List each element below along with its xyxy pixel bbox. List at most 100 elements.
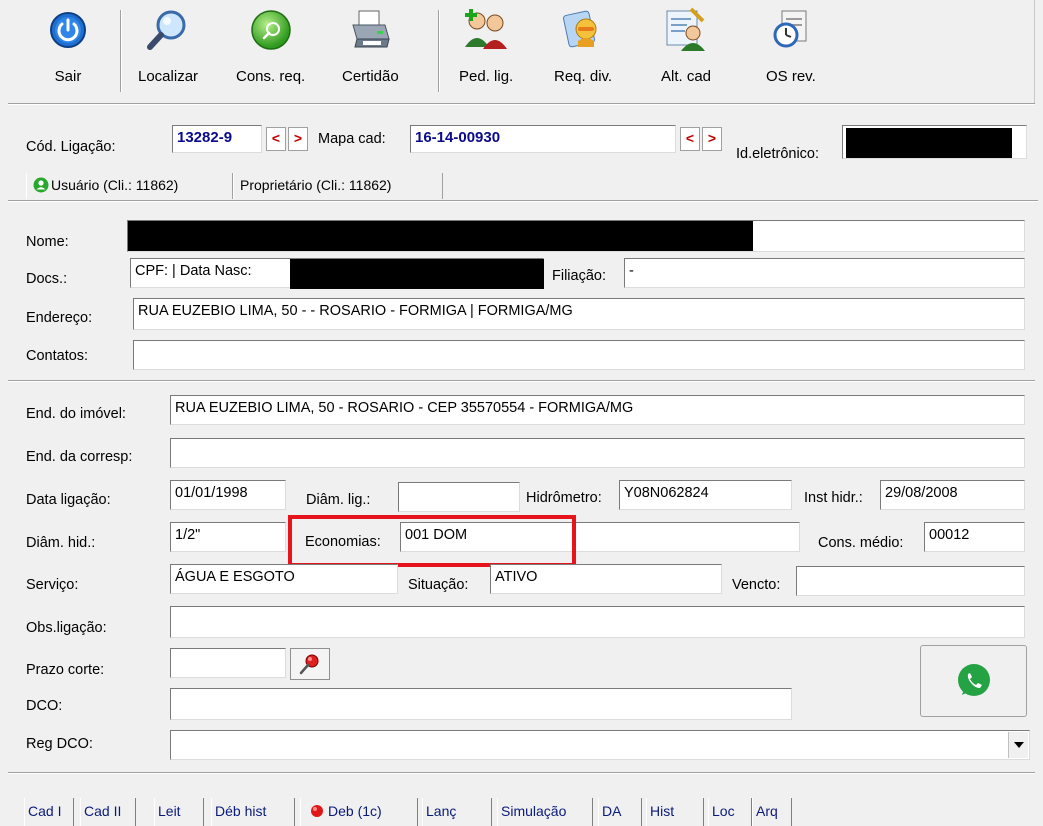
tab-arq-label: Arq (756, 803, 778, 819)
reg-dco-label: Reg DCO: (26, 736, 93, 752)
situacao-label: Situação: (408, 577, 469, 593)
inst-hidr-label: Inst hidr.: (804, 490, 863, 506)
cod-ligacao-prev-button[interactable]: < (266, 127, 286, 151)
contatos-field[interactable] (133, 340, 1025, 370)
obs-ligacao-field[interactable] (170, 606, 1025, 638)
tab-leit-label: Leit (158, 803, 181, 819)
tab-deb-1c[interactable]: Deb (1c) (300, 798, 418, 826)
users-add-icon (462, 4, 510, 56)
cons-medio-field[interactable]: 00012 (924, 522, 1025, 552)
clock-doc-icon (767, 4, 815, 56)
whatsapp-icon (957, 664, 990, 696)
cons-req-button[interactable]: Cons. req. (236, 4, 305, 98)
section-divider (8, 380, 1035, 382)
sair-button[interactable]: Sair (44, 4, 92, 98)
pushpin-icon (299, 654, 319, 675)
ped-lig-button[interactable]: Ped. lig. (459, 4, 513, 98)
servico-label: Serviço: (26, 577, 79, 593)
filiacao-label: Filiação: (552, 268, 606, 284)
servico-field[interactable]: ÁGUA E ESGOTO (170, 564, 398, 594)
endereco-field[interactable]: RUA EUZEBIO LIMA, 50 - - ROSARIO - FORMI… (133, 298, 1025, 330)
tab-loc[interactable]: Loc (708, 798, 752, 826)
diam-hid-field[interactable]: 1/2" (170, 522, 286, 552)
redacted-docs (290, 259, 544, 289)
tab-hist[interactable]: Hist (646, 798, 704, 826)
tab-cad-ii[interactable]: Cad II (80, 798, 136, 826)
redacted-id (846, 128, 1012, 158)
mapa-cad-next-button[interactable]: > (702, 127, 722, 151)
tab-simulacao[interactable]: Simulação (497, 798, 593, 826)
tab-da-label: DA (602, 803, 622, 819)
alt-cad-label: Alt. cad (661, 68, 712, 85)
tab-cad-ii-label: Cad II (84, 803, 122, 819)
vencto-field[interactable] (796, 566, 1025, 596)
vencto-label: Vencto: (732, 577, 781, 593)
dco-field[interactable] (170, 688, 792, 720)
diam-lig-field[interactable] (398, 482, 520, 512)
tab-cad-i[interactable]: Cad I (24, 798, 74, 826)
dco-label: DCO: (26, 698, 63, 714)
bottom-divider (8, 772, 1035, 774)
tab-cad-i-label: Cad I (28, 803, 62, 819)
endereco-label: Endereço: (26, 310, 93, 326)
inst-hidr-field[interactable]: 29/08/2008 (880, 480, 1025, 510)
nome-label: Nome: (26, 234, 69, 250)
sair-label: Sair (54, 68, 82, 85)
cons-req-label: Cons. req. (236, 68, 306, 85)
highlight-economias (288, 515, 576, 567)
cod-ligacao-label: Cód. Ligação: (26, 139, 116, 155)
cod-ligacao-field[interactable]: 13282-9 (172, 125, 262, 153)
end-corresp-field[interactable] (170, 438, 1025, 468)
tab-hist-label: Hist (650, 803, 675, 819)
filiacao-field[interactable]: - (624, 258, 1025, 288)
data-ligacao-label: Data ligação: (26, 492, 111, 508)
diam-hid-label: Diâm. hid.: (26, 535, 96, 551)
req-div-label: Req. div. (554, 68, 613, 85)
reg-dco-select[interactable] (170, 730, 1030, 760)
tab-proprietario-label: Proprietário (Cli.: 11862) (240, 177, 392, 193)
magnifier-icon (144, 4, 192, 56)
obs-ligacao-label: Obs.ligação: (26, 620, 107, 636)
end-corresp-label: End. da corresp: (26, 449, 133, 465)
tab-lanc-label: Lanç (426, 803, 457, 819)
toolbar-separator (120, 10, 122, 92)
tab-leit[interactable]: Leit (154, 798, 204, 826)
redacted-name (128, 221, 753, 251)
os-rev-button[interactable]: OS rev. (766, 4, 816, 98)
mapa-cad-field[interactable]: 16-14-00930 (410, 125, 676, 153)
tab-deb-hist[interactable]: Déb hist (211, 798, 295, 826)
situacao-field[interactable]: ATIVO (490, 564, 722, 594)
tab-simulacao-label: Simulação (501, 803, 567, 819)
printer-icon (346, 4, 394, 56)
data-ligacao-field[interactable]: 01/01/1998 (170, 480, 286, 510)
certidao-button[interactable]: Certidão (342, 4, 399, 98)
chevron-down-icon[interactable] (1008, 732, 1028, 758)
tab-arq[interactable]: Arq (752, 798, 792, 826)
diam-lig-label: Diâm. lig.: (306, 492, 371, 508)
end-imovel-label: End. do imóvel: (26, 406, 126, 422)
tab-proprietario[interactable]: Proprietário (Cli.: 11862) (233, 173, 443, 199)
power-icon (44, 4, 92, 56)
tab-da[interactable]: DA (598, 798, 642, 826)
cod-ligacao-next-button[interactable]: > (288, 127, 308, 151)
tab-loc-label: Loc (712, 803, 735, 819)
hidrometro-field[interactable]: Y08N062824 (619, 480, 792, 510)
localizar-button[interactable]: Localizar (138, 4, 198, 98)
end-imovel-field[interactable]: RUA EUZEBIO LIMA, 50 - ROSARIO - CEP 355… (170, 395, 1025, 425)
pin-button[interactable] (290, 648, 330, 680)
localizar-label: Localizar (138, 68, 199, 85)
whatsapp-button[interactable] (920, 645, 1027, 717)
prazo-corte-label: Prazo corte: (26, 662, 105, 678)
certidao-label: Certidão (342, 68, 399, 85)
mapa-cad-prev-button[interactable]: < (680, 127, 700, 151)
tab-usuario-label: Usuário (Cli.: 11862) (51, 177, 179, 193)
edit-user-icon (662, 4, 710, 56)
tab-lanc[interactable]: Lanç (422, 798, 492, 826)
id-eletronico-label: Id.eletrônico: (736, 146, 820, 162)
tab-usuario[interactable]: Usuário (Cli.: 11862) (26, 173, 233, 199)
alt-cad-button[interactable]: Alt. cad (661, 4, 711, 98)
req-div-button[interactable]: Req. div. (554, 4, 612, 98)
prazo-corte-field[interactable] (170, 648, 286, 678)
tab-divider (8, 200, 1038, 202)
red-dot-icon (311, 805, 323, 817)
